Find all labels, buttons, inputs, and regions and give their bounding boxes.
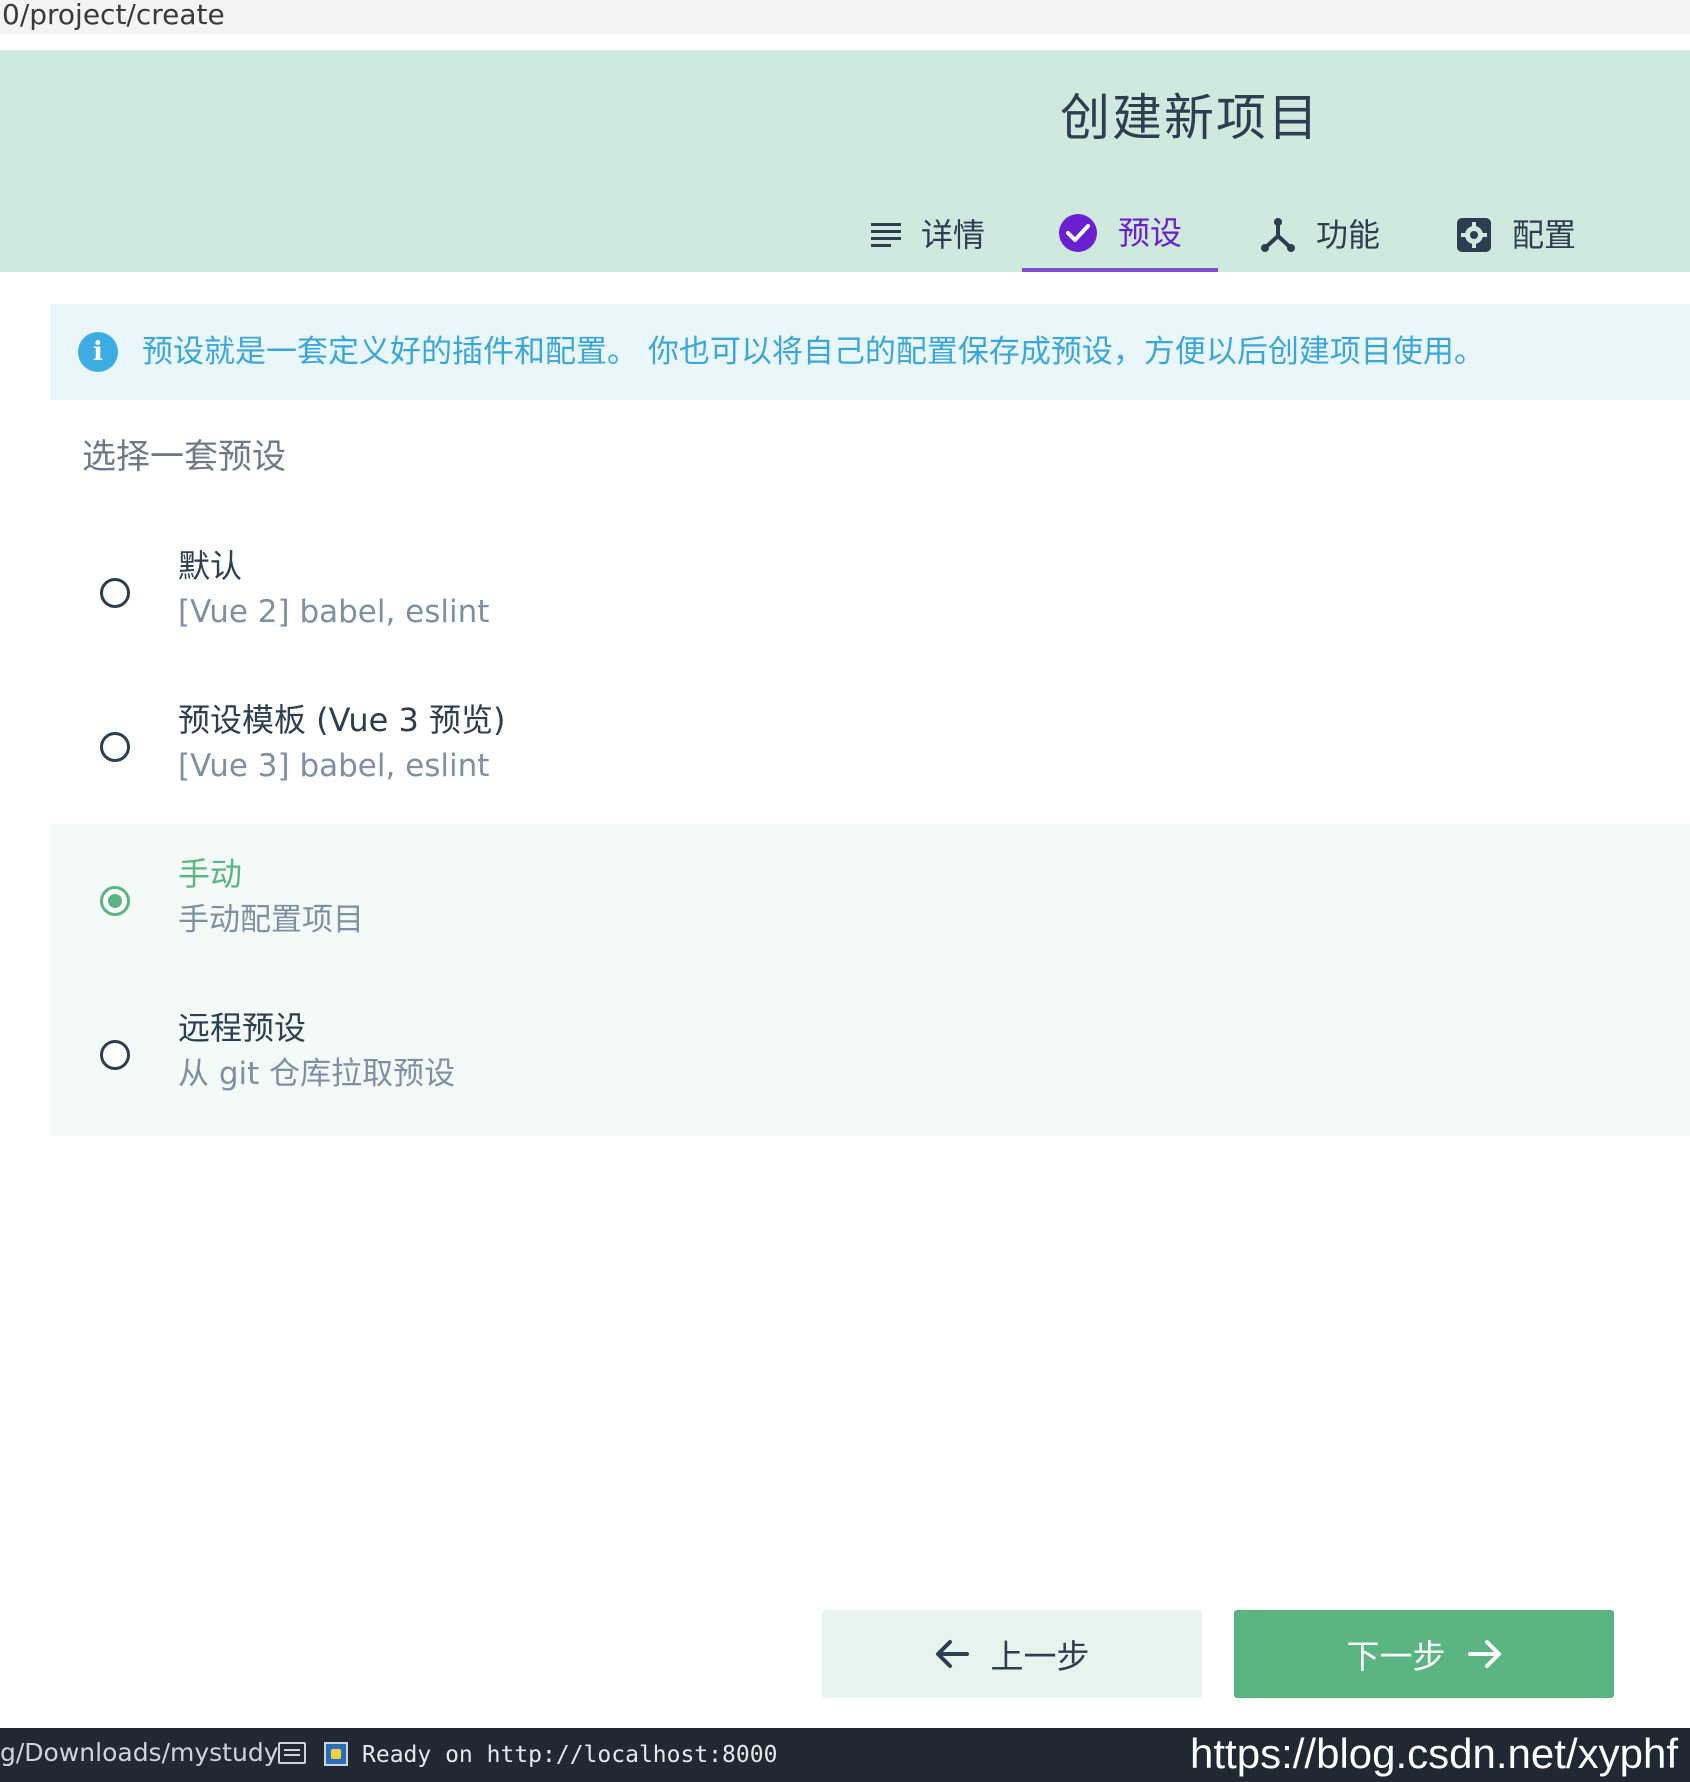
info-text: 预设就是一套定义好的插件和配置。 你也可以将自己的配置保存成预设，方便以后创建项…	[142, 334, 1485, 370]
tab-details[interactable]: 详情	[858, 198, 998, 272]
gear-icon	[1456, 218, 1491, 252]
terminal-status-bar: g/Downloads/mystudy Ready on http://loca…	[0, 1728, 1690, 1782]
preset-option-vue3[interactable]: 预设模板 (Vue 3 预览) [Vue 3] babel, eslint	[50, 670, 1690, 824]
next-button-label: 下一步	[1346, 1637, 1446, 1676]
browser-url-bar[interactable]: 0/project/create	[0, 0, 1690, 42]
preset-option-manual[interactable]: 手动 手动配置项目	[50, 824, 1690, 978]
info-banner: i 预设就是一套定义好的插件和配置。 你也可以将自己的配置保存成预设，方便以后创…	[50, 304, 1690, 400]
list-icon	[870, 223, 901, 247]
tab-config[interactable]: 配置	[1446, 198, 1586, 272]
app-icon	[324, 1742, 348, 1766]
option-name: 预设模板 (Vue 3 预览)	[178, 701, 506, 739]
radio-button[interactable]	[100, 578, 130, 608]
option-name: 远程预设	[178, 1009, 307, 1047]
tab-presets[interactable]: 预设	[1022, 198, 1218, 272]
url-text: 0/project/create	[2, 0, 225, 31]
app-window: 0/project/create 创建新项目 详情 预设 功能 配置 i 预设就…	[0, 0, 1690, 1782]
option-name: 默认	[178, 547, 243, 585]
tab-features[interactable]: 功能	[1250, 198, 1390, 272]
step-tabs: 详情 预设 功能 配置	[0, 50, 1690, 272]
check-circle-icon	[1058, 214, 1097, 252]
radio-button[interactable]	[100, 732, 130, 762]
page-header: 创建新项目 详情 预设 功能 配置	[0, 50, 1690, 272]
option-description: [Vue 3] babel, eslint	[178, 748, 490, 784]
arrow-left-icon	[935, 1640, 969, 1668]
radio-button[interactable]	[100, 1040, 130, 1070]
status-ready: Ready on http://localhost:8000	[362, 1742, 778, 1768]
preset-option-default[interactable]: 默认 [Vue 2] babel, eslint	[50, 516, 1690, 670]
tab-label: 预设	[1117, 214, 1182, 252]
option-description: 从 git 仓库拉取预设	[178, 1056, 456, 1092]
option-description: [Vue 2] babel, eslint	[178, 594, 490, 630]
terminal-icon	[278, 1742, 306, 1764]
option-description: 手动配置项目	[178, 902, 364, 938]
info-icon: i	[78, 332, 118, 372]
option-name: 手动	[178, 855, 243, 893]
watermark-url: https://blog.csdn.net/xyphf	[1190, 1730, 1678, 1777]
next-button[interactable]: 下一步	[1234, 1610, 1614, 1698]
tab-label: 详情	[920, 216, 985, 254]
fork-icon	[1260, 218, 1295, 252]
radio-button-checked[interactable]	[100, 886, 130, 916]
previous-button[interactable]: 上一步	[822, 1610, 1202, 1698]
tab-label: 功能	[1315, 216, 1380, 254]
previous-button-label: 上一步	[990, 1637, 1090, 1676]
status-path: g/Downloads/mystudy	[0, 1738, 279, 1767]
tab-label: 配置	[1511, 216, 1576, 254]
preset-option-remote[interactable]: 远程预设 从 git 仓库拉取预设	[50, 978, 1690, 1136]
section-title: 选择一套预设	[82, 437, 286, 477]
arrow-right-icon	[1467, 1640, 1501, 1668]
